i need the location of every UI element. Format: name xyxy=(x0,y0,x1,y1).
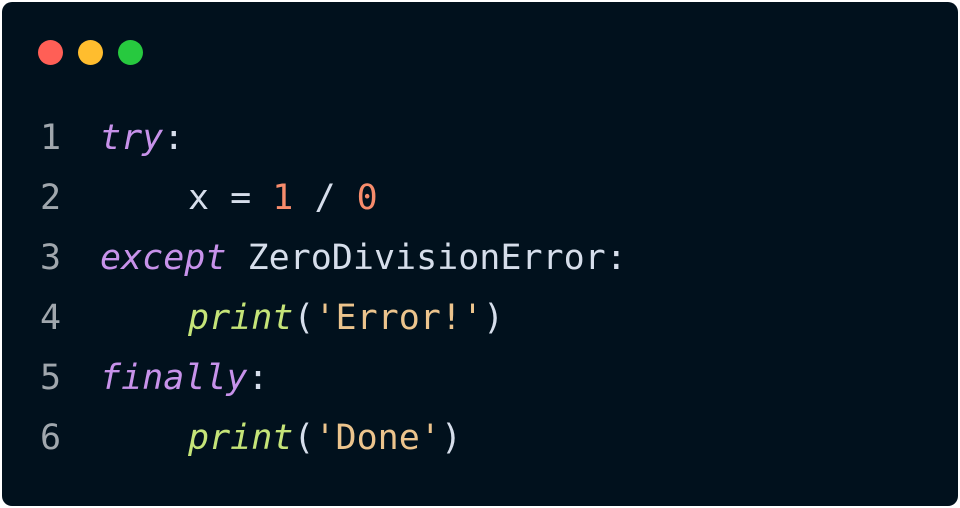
code-line: 3 except ZeroDivisionError: xyxy=(2,228,958,288)
code-content: x = 1 / 0 xyxy=(100,168,378,228)
number-token: 1 xyxy=(272,178,294,218)
punctuation-token: ( xyxy=(293,418,315,458)
keyword-token: except xyxy=(100,238,227,278)
code-line: 4 print('Error!') xyxy=(2,288,958,348)
line-number: 1 xyxy=(40,118,62,158)
punctuation-token: ) xyxy=(483,298,505,338)
code-window: 1 try: 2 x = 1 / 0 3 except ZeroDivision… xyxy=(2,2,958,506)
code-line: 1 try: xyxy=(2,108,958,168)
code-line: 2 x = 1 / 0 xyxy=(2,168,958,228)
number-token: 0 xyxy=(356,178,378,218)
string-token: 'Done' xyxy=(314,418,441,458)
operator-token: / xyxy=(293,178,357,218)
line-number: 2 xyxy=(40,178,62,218)
exception-name-token: ZeroDivisionError: xyxy=(226,238,627,278)
code-line: 5 finally: xyxy=(2,348,958,408)
code-block: 1 try: 2 x = 1 / 0 3 except ZeroDivision… xyxy=(2,108,958,468)
string-token: 'Error!' xyxy=(314,298,484,338)
code-content: finally: xyxy=(100,348,269,408)
keyword-token: try xyxy=(100,118,164,158)
function-token: print xyxy=(188,298,294,338)
identifier-token: x xyxy=(188,178,210,218)
window-titlebar xyxy=(2,2,958,82)
code-content: except ZeroDivisionError: xyxy=(100,228,627,288)
punctuation-token: ) xyxy=(440,418,462,458)
keyword-token: finally xyxy=(100,358,248,398)
close-window-icon[interactable] xyxy=(38,40,63,65)
punctuation-token: ( xyxy=(293,298,315,338)
line-number: 3 xyxy=(40,238,62,278)
function-token: print xyxy=(188,418,294,458)
line-number: 5 xyxy=(40,358,62,398)
maximize-window-icon[interactable] xyxy=(118,40,143,65)
minimize-window-icon[interactable] xyxy=(78,40,103,65)
line-number: 4 xyxy=(40,298,62,338)
code-content: try: xyxy=(100,108,184,168)
punctuation-token: : xyxy=(163,118,185,158)
code-content: print('Done') xyxy=(100,408,462,468)
code-line: 6 print('Done') xyxy=(2,408,958,468)
operator-token: = xyxy=(209,178,273,218)
line-number: 6 xyxy=(40,418,62,458)
punctuation-token: : xyxy=(247,358,269,398)
code-content: print('Error!') xyxy=(100,288,504,348)
